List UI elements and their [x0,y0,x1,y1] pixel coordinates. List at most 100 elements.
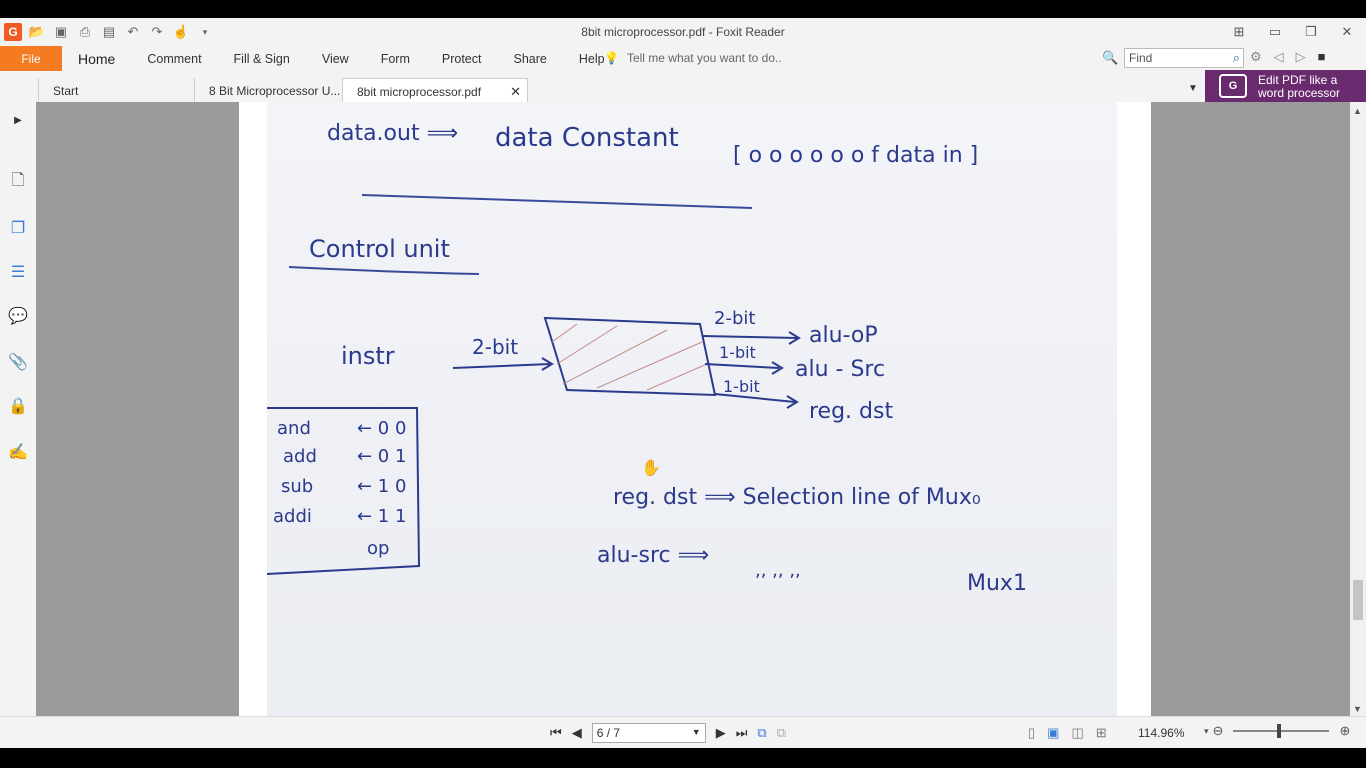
opcode-op-2: sub [281,476,313,497]
title-bar: G 📂 ▣ ⎙ ▤ ↶ ↷ ☝ ▾ 8bit microprocessor.pd… [0,18,1366,46]
zoom-slider-knob[interactable] [1277,724,1282,738]
find-options-icon[interactable]: 🔍 [1102,50,1118,66]
thumbnails-icon[interactable]: ❐ [6,216,30,240]
opcode-code-2: ← 1 0 [357,476,406,497]
menu-protect[interactable]: Protect [426,52,498,66]
opcode-footer: op [367,538,389,559]
find-placeholder: Find [1129,51,1153,65]
save-icon[interactable]: ▣ [52,23,70,41]
account-icon[interactable]: ■ [1318,49,1326,65]
opcode-op-0: and [277,418,311,439]
comments-icon[interactable]: 💬 [6,304,30,328]
expand-panel-icon[interactable]: ▶ [6,108,30,132]
view-mode-buttons: ▯ ▣ ◫ ⊞ [1028,725,1107,741]
close-tab-icon[interactable]: ✕ [510,84,521,100]
reg-dst-note: reg. dst ⟹ Selection line of Mux₀ [613,485,981,510]
pages-icon[interactable]: 🗋 [6,170,30,194]
document-viewport[interactable]: data.out ⟹ data Constant [ o o o o o o f… [36,102,1350,716]
opcode-code-3: ← 1 1 [357,506,406,527]
first-page-icon[interactable]: ⏮ [550,725,562,741]
close-icon[interactable]: ✕ [1336,21,1358,43]
previous-page-icon[interactable]: ◀ [572,725,582,741]
zoom-dropdown-icon[interactable]: ▾ [1204,726,1209,737]
page-dropdown-icon[interactable]: ▼ [692,727,701,737]
signature-icon[interactable]: ✍ [6,440,30,464]
output-bits-3: 1-bit [723,377,760,396]
previous-icon[interactable]: ◁ [1274,49,1284,65]
window-controls: ⊞ ▭ ❐ ✕ [1228,21,1358,43]
opcode-code-1: ← 0 1 [357,446,406,467]
zoom-controls: ▾ ⊖ ⊕ [1204,723,1350,739]
foxit-logo-icon[interactable]: G [4,23,22,41]
edit-pdf-promo-banner[interactable]: G Edit PDF like a word processor [1205,70,1366,103]
last-page-icon[interactable]: ⏭ [736,725,748,741]
zoom-level[interactable]: 114.96% [1138,726,1184,740]
open-icon[interactable]: 📂 [28,23,46,41]
page-navigation: ⏮ ◀ 6 / 7 ▼ ▶ ⏭ ⧉ ⧉ [550,723,786,743]
menu-home[interactable]: Home [62,51,131,67]
menu-share[interactable]: Share [497,52,562,66]
tell-me-box[interactable]: 💡 Tell me what you want to do.. [604,51,782,65]
undo-icon[interactable]: ↶ [124,23,142,41]
zoom-out-icon[interactable]: ⊖ [1213,723,1224,739]
attachments-icon[interactable]: 📎 [6,350,30,374]
scroll-up-icon[interactable]: ▲ [1353,106,1362,116]
output-name-3: reg. dst [809,399,893,424]
output-name-1: alu-oP [809,323,878,348]
find-input[interactable]: Find ⌕ [1124,48,1244,68]
tab-start-label: Start [53,84,79,98]
tab-list-dropdown-icon[interactable]: ▼ [1188,83,1198,94]
next-view-icon[interactable]: ⧉ [777,725,786,741]
facing-page-icon[interactable]: ◫ [1071,725,1083,741]
next-page-icon[interactable]: ▶ [716,725,726,741]
menu-view[interactable]: View [306,52,365,66]
ribbon-display-icon[interactable]: ⊞ [1228,21,1250,43]
data-out-text: data.out ⟹ [327,121,458,146]
tab-start[interactable]: Start [38,78,194,102]
continuous-facing-icon[interactable]: ⊞ [1096,725,1107,741]
hand-cursor-icon: ✋ [641,460,661,477]
continuous-page-icon[interactable]: ▣ [1047,725,1059,741]
output-name-2: alu - Src [795,357,885,382]
properties-icon[interactable]: ▤ [100,23,118,41]
scrollbar-thumb[interactable] [1353,580,1363,620]
menu-comment[interactable]: Comment [131,52,217,66]
scroll-down-icon[interactable]: ▼ [1353,704,1362,714]
heading-underline [288,266,480,275]
settings-gear-icon[interactable]: ⚙ [1250,49,1262,65]
tab-8bit-microprocessor-u[interactable]: 8 Bit Microprocessor U... [194,78,340,102]
tab-label: 8 Bit Microprocessor U... [209,84,340,98]
zoom-in-icon[interactable]: ⊕ [1339,723,1350,739]
document-tabs: Start 8 Bit Microprocessor U... 8bit mic… [0,74,1366,102]
layers-icon[interactable]: ☰ [6,260,30,284]
minimize-icon[interactable]: ▭ [1264,21,1286,43]
print-icon[interactable]: ⎙ [76,23,94,41]
next-icon[interactable]: ▷ [1296,49,1306,65]
vertical-scrollbar[interactable]: ▲ ▼ [1350,102,1366,716]
file-menu-button[interactable]: File [0,46,62,71]
promo-line-2: word processor [1258,86,1341,100]
output-arrow-1 [701,335,798,339]
previous-view-icon[interactable]: ⧉ [757,725,766,741]
menu-form[interactable]: Form [365,52,426,66]
status-bar: ⏮ ◀ 6 / 7 ▼ ▶ ⏭ ⧉ ⧉ ▯ ▣ ◫ ⊞ 114.96% ▾ ⊖ … [0,716,1366,748]
single-page-icon[interactable]: ▯ [1028,725,1035,741]
customize-dropdown-icon[interactable]: ▾ [196,23,214,41]
ribbon-tabs: Home Comment Fill & Sign View Form Prote… [62,46,621,72]
zoom-slider[interactable] [1233,724,1330,738]
menu-fill-sign[interactable]: Fill & Sign [218,52,306,66]
input-bits-label: 2-bit [472,335,518,359]
page-number-input[interactable]: 6 / 7 ▼ [591,723,706,743]
redo-icon[interactable]: ↷ [148,23,166,41]
control-unit-heading: Control unit [309,235,450,263]
screen-frame: G 📂 ▣ ⎙ ▤ ↶ ↷ ☝ ▾ 8bit microprocessor.pd… [0,0,1366,768]
search-icon[interactable]: ⌕ [1233,50,1240,66]
security-lock-icon[interactable]: 🔒 [6,394,30,418]
hand-tool-icon[interactable]: ☝ [172,23,190,41]
ditto-marks: ,, ,, ,, [755,560,801,581]
pdf-page: data.out ⟹ data Constant [ o o o o o o f… [239,102,1151,716]
tab-8bit-microprocessor-pdf[interactable]: 8bit microprocessor.pdf ✕ [342,78,528,102]
output-bits-2: 1-bit [719,343,756,362]
restore-icon[interactable]: ❐ [1300,21,1322,43]
input-arrow [452,363,551,369]
